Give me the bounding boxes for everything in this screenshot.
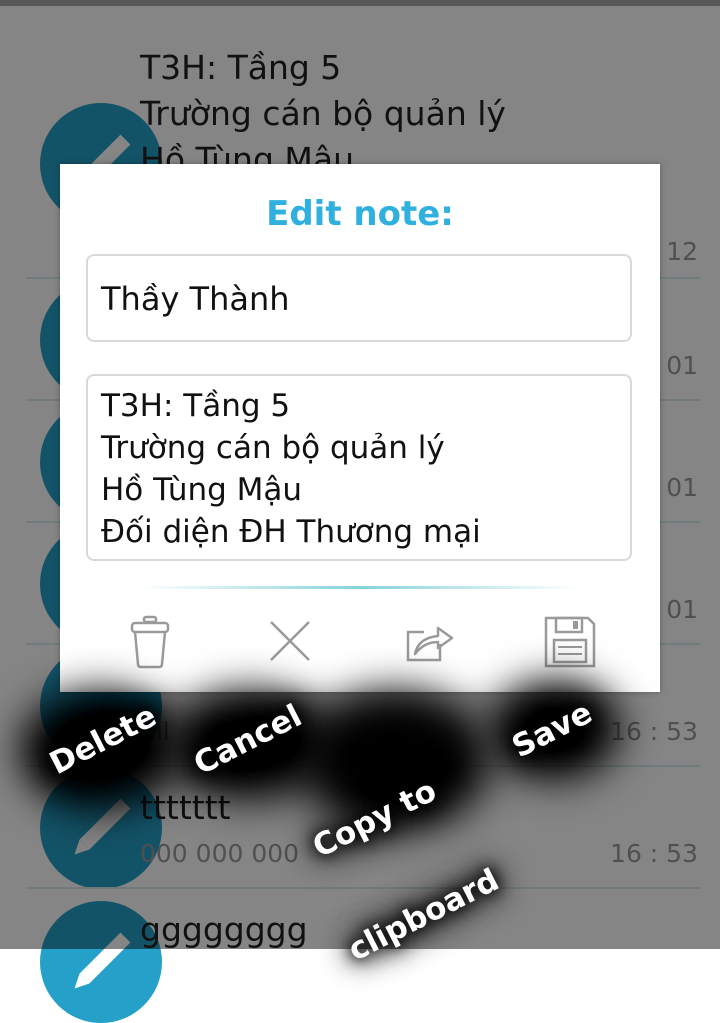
cancel-button[interactable] [260, 614, 320, 670]
edit-note-dialog: Edit note: Thầy Thành T3H: Tầng 5 Trường… [60, 164, 660, 692]
note-body-line: T3H: Tầng 5 [101, 388, 291, 424]
note-title-field[interactable]: Thầy Thành [86, 254, 632, 342]
floppy-disk-icon [544, 616, 596, 668]
note-body-line: Trường cán bộ quản lý [101, 430, 445, 466]
trash-icon [130, 615, 170, 669]
note-title-value: Thầy Thành [101, 280, 290, 318]
save-button[interactable] [540, 614, 600, 670]
delete-button[interactable] [120, 614, 180, 670]
note-body-field[interactable]: T3H: Tầng 5 Trường cán bộ quản lý Hồ Tùn… [86, 374, 632, 561]
copy-hint-line: clipboard [342, 861, 505, 969]
copy-hint-line: Copy to [307, 772, 443, 866]
divider [140, 586, 580, 589]
close-icon [270, 621, 310, 661]
note-body-line: Đối diện ĐH Thương mại [101, 514, 481, 550]
copy-to-clipboard-button[interactable] [400, 614, 460, 670]
share-icon [406, 626, 454, 662]
dialog-title: Edit note: [266, 194, 454, 234]
note-body-line: Hồ Tùng Mậu [101, 472, 303, 508]
